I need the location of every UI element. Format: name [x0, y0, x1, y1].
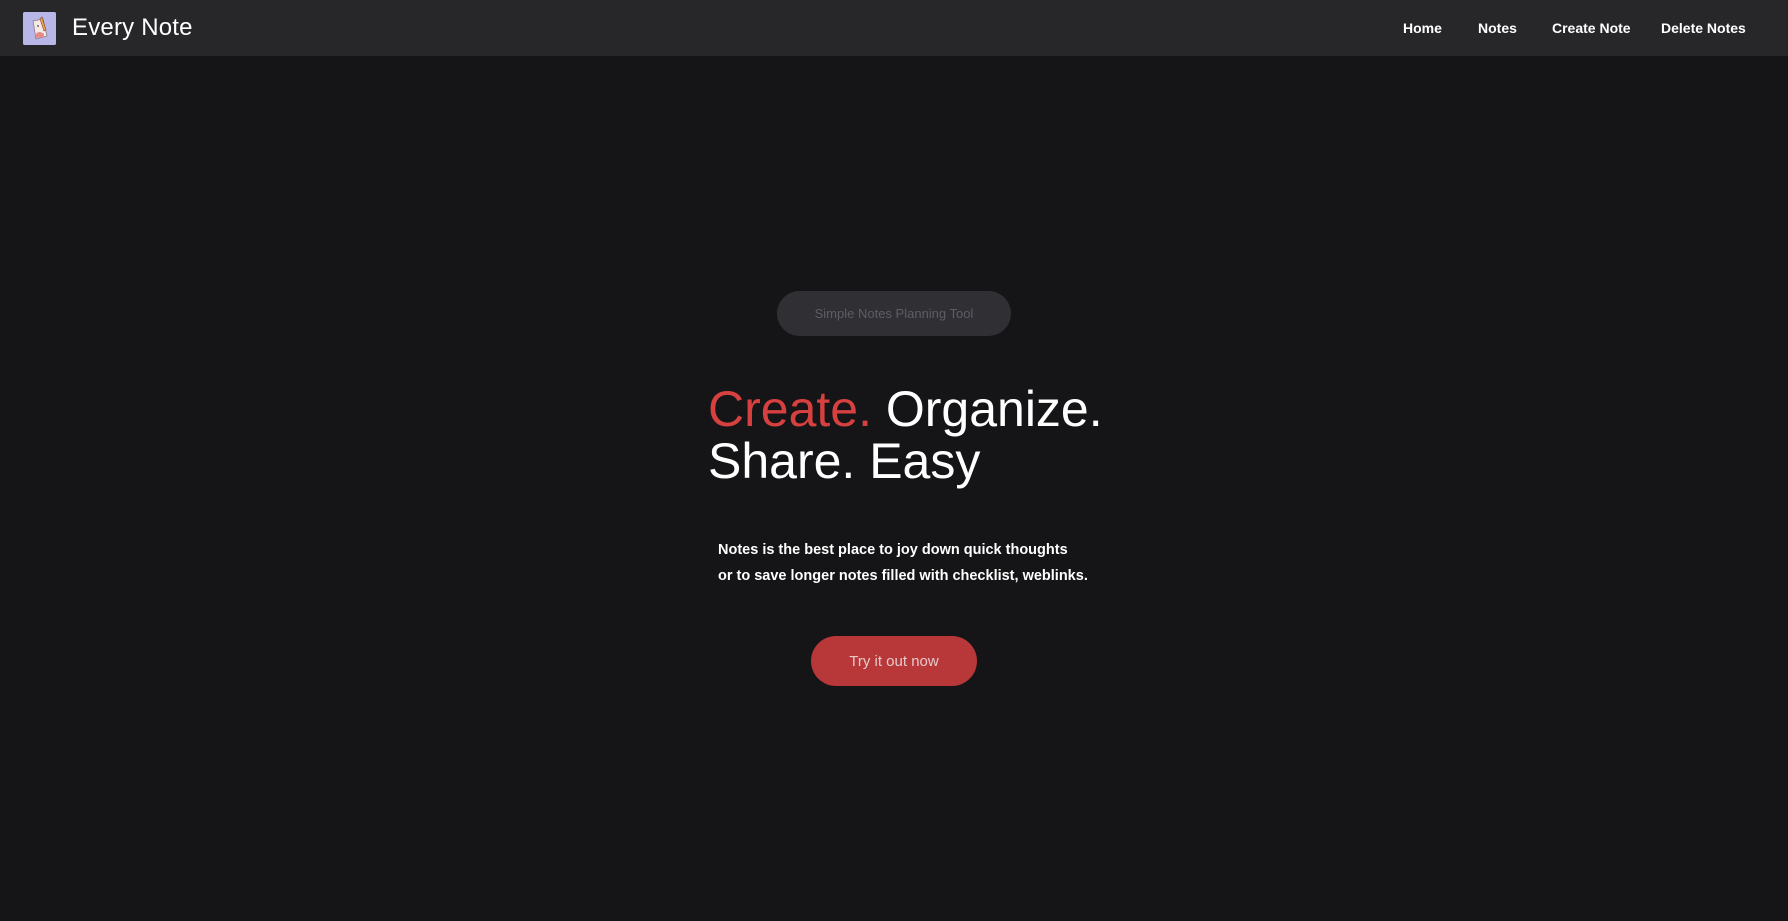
- headline-rest-line1: Organize.: [871, 381, 1103, 437]
- hero-description: Notes is the best place to joy down quic…: [718, 537, 1088, 589]
- try-it-out-button[interactable]: Try it out now: [811, 636, 977, 686]
- hero-section: Simple Notes Planning Tool Create. Organ…: [0, 0, 1788, 921]
- headline-accent: Create.: [708, 381, 872, 437]
- hero-description-line2: or to save longer notes filled with chec…: [718, 568, 1088, 584]
- tagline-badge: Simple Notes Planning Tool: [777, 291, 1011, 336]
- hero-description-line1: Notes is the best place to joy down quic…: [718, 542, 1068, 558]
- hero-headline: Create. Organize. Share. Easy: [708, 383, 1103, 487]
- headline-line2: Share. Easy: [708, 433, 981, 489]
